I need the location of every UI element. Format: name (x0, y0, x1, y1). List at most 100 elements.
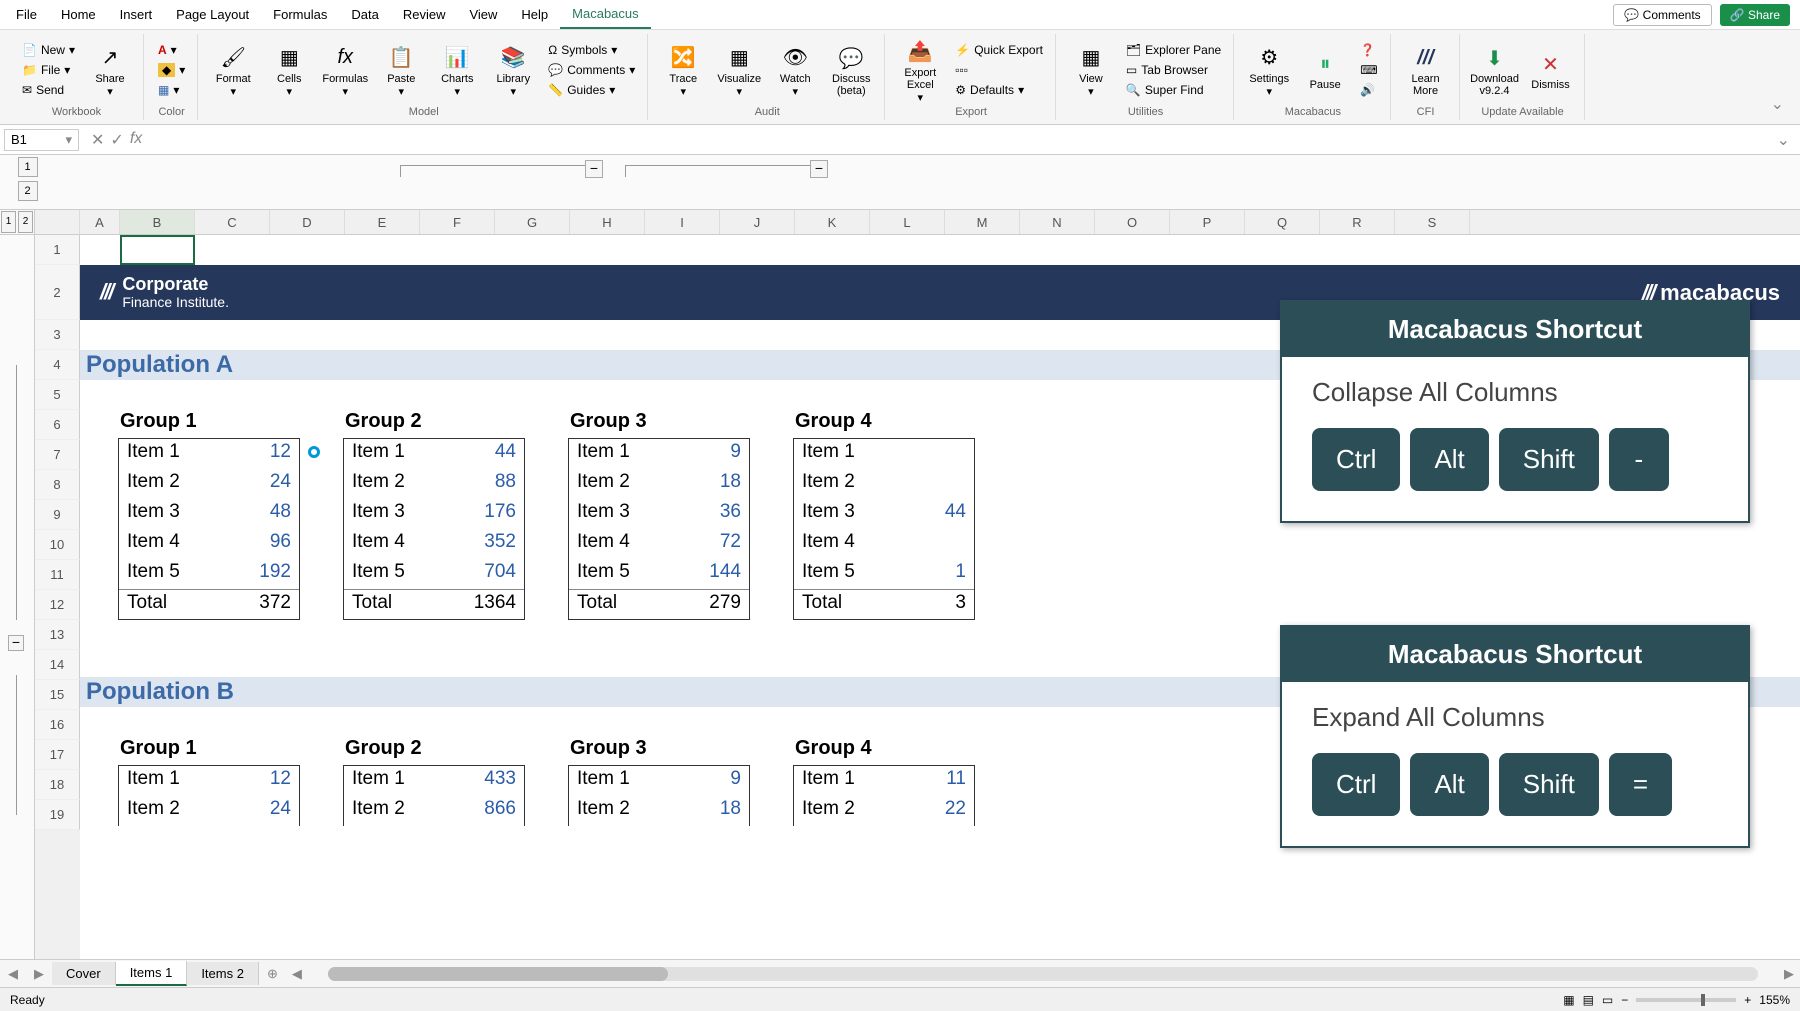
col-F[interactable]: F (420, 210, 495, 234)
enter-icon[interactable]: ✓ (110, 130, 123, 150)
quick-export[interactable]: ⚡ Quick Export (951, 41, 1047, 59)
pause-button[interactable]: ⏸Pause (1300, 49, 1350, 91)
col-outline-2[interactable]: 2 (18, 181, 38, 201)
tab-nav-prev[interactable]: ◀ (0, 966, 26, 982)
formula-input[interactable] (150, 130, 1766, 149)
guides-button[interactable]: 📏 Guides ▾ (544, 81, 639, 99)
row-6[interactable]: 6 (35, 410, 80, 440)
row-11[interactable]: 11 (35, 560, 80, 590)
row-2[interactable]: 2 (35, 265, 80, 320)
row-ol-2[interactable]: 2 (18, 211, 33, 233)
hscroll-thumb[interactable] (328, 967, 668, 981)
fill-color[interactable]: ◆ ▾ (154, 61, 189, 79)
row-14[interactable]: 14 (35, 650, 80, 680)
row-12[interactable]: 12 (35, 590, 80, 620)
col-C[interactable]: C (195, 210, 270, 234)
col-D[interactable]: D (270, 210, 345, 234)
comments-button2[interactable]: 💬 Comments ▾ (544, 61, 639, 79)
border-color[interactable]: ▦ ▾ (154, 81, 189, 99)
fx-icon[interactable]: fx (130, 130, 142, 150)
name-box[interactable]: B1▾ (4, 129, 79, 151)
new-button[interactable]: 📄 New ▾ (18, 41, 79, 59)
zoom-in-icon[interactable]: + (1744, 993, 1751, 1007)
paste-button[interactable]: 📋Paste▾ (376, 43, 426, 98)
visualize-button[interactable]: ▦Visualize▾ (714, 43, 764, 98)
col-G[interactable]: G (495, 210, 570, 234)
row-5[interactable]: 5 (35, 380, 80, 410)
row-ol-1[interactable]: 1 (1, 211, 16, 233)
col-H[interactable]: H (570, 210, 645, 234)
comments-button[interactable]: 💬 Comments (1613, 4, 1711, 26)
row-16[interactable]: 16 (35, 710, 80, 740)
tab-view[interactable]: View (457, 1, 509, 28)
watch-button[interactable]: 👁Watch▾ (770, 43, 820, 98)
tab-review[interactable]: Review (391, 1, 458, 28)
tab-file[interactable]: File (4, 1, 49, 28)
export-excel-button[interactable]: 📤Export Excel▾ (895, 37, 945, 104)
tab-formulas[interactable]: Formulas (261, 1, 339, 28)
view-page-icon[interactable]: ▤ (1583, 993, 1594, 1007)
row-19[interactable]: 19 (35, 800, 80, 830)
row-18[interactable]: 18 (35, 770, 80, 800)
file-button[interactable]: 📁 File ▾ (18, 61, 79, 79)
font-color[interactable]: A ▾ (154, 41, 189, 59)
zoom-out-icon[interactable]: − (1621, 993, 1628, 1007)
tab-macabacus[interactable]: Macabacus (560, 0, 650, 29)
library-button[interactable]: 📚Library▾ (488, 43, 538, 98)
outline-collapse-2[interactable]: − (810, 160, 828, 178)
outline-collapse-1[interactable]: − (585, 160, 603, 178)
horizontal-scrollbar[interactable] (328, 967, 1758, 981)
settings-button[interactable]: ⚙Settings▾ (1244, 43, 1294, 98)
row-9[interactable]: 9 (35, 500, 80, 530)
col-Q[interactable]: Q (1245, 210, 1320, 234)
col-I[interactable]: I (645, 210, 720, 234)
tab-browser[interactable]: ▭ Tab Browser (1122, 61, 1225, 79)
col-B[interactable]: B (120, 210, 195, 234)
format-button[interactable]: 🖌Format▾ (208, 43, 258, 98)
col-O[interactable]: O (1095, 210, 1170, 234)
tab-nav-next[interactable]: ▶ (26, 966, 52, 982)
tab-home[interactable]: Home (49, 1, 108, 28)
share-button[interactable]: 🔗 Share (1720, 4, 1790, 26)
cancel-icon[interactable]: ✕ (91, 130, 104, 150)
tab-data[interactable]: Data (339, 1, 390, 28)
share-big-button[interactable]: ↗Share▾ (85, 43, 135, 98)
keyboard-icon[interactable]: ⌨ (1356, 61, 1381, 79)
view-break-icon[interactable]: ▭ (1602, 993, 1613, 1007)
sheet-tab-items1[interactable]: Items 1 (116, 961, 188, 986)
col-K[interactable]: K (795, 210, 870, 234)
row-4[interactable]: 4 (35, 350, 80, 380)
explorer-pane[interactable]: 🗂 Explorer Pane (1122, 41, 1225, 59)
send-button[interactable]: ✉ Send (18, 81, 79, 99)
col-A[interactable]: A (80, 210, 120, 234)
view-normal-icon[interactable]: ▦ (1563, 993, 1574, 1007)
col-outline-1[interactable]: 1 (18, 157, 38, 177)
row-15[interactable]: 15 (35, 680, 80, 710)
row-7[interactable]: 7 (35, 440, 80, 470)
view-button[interactable]: ▦View▾ (1066, 43, 1116, 98)
col-P[interactable]: P (1170, 210, 1245, 234)
cells-button[interactable]: ▦Cells▾ (264, 43, 314, 98)
col-M[interactable]: M (945, 210, 1020, 234)
row-13[interactable]: 13 (35, 620, 80, 650)
zoom-slider[interactable] (1636, 998, 1736, 1002)
col-N[interactable]: N (1020, 210, 1095, 234)
col-J[interactable]: J (720, 210, 795, 234)
tab-insert[interactable]: Insert (108, 1, 165, 28)
row-ol-collapse[interactable]: − (8, 635, 24, 651)
col-R[interactable]: R (1320, 210, 1395, 234)
row-3[interactable]: 3 (35, 320, 80, 350)
sound-icon[interactable]: 🔊 (1356, 81, 1381, 99)
sheet-tab-items2[interactable]: Items 2 (187, 962, 259, 985)
export-row2[interactable]: ▫▫▫ (951, 61, 1047, 79)
download-button[interactable]: ⬇Download v9.2.4 (1470, 43, 1520, 97)
discuss-button[interactable]: 💬Discuss (beta) (826, 43, 876, 97)
add-sheet-icon[interactable]: ⊕ (259, 966, 286, 982)
row-8[interactable]: 8 (35, 470, 80, 500)
row-1[interactable]: 1 (35, 235, 80, 265)
col-E[interactable]: E (345, 210, 420, 234)
defaults[interactable]: ⚙ Defaults ▾ (951, 81, 1047, 99)
symbols-button[interactable]: Ω Symbols ▾ (544, 41, 639, 59)
tab-help[interactable]: Help (509, 1, 560, 28)
row-10[interactable]: 10 (35, 530, 80, 560)
